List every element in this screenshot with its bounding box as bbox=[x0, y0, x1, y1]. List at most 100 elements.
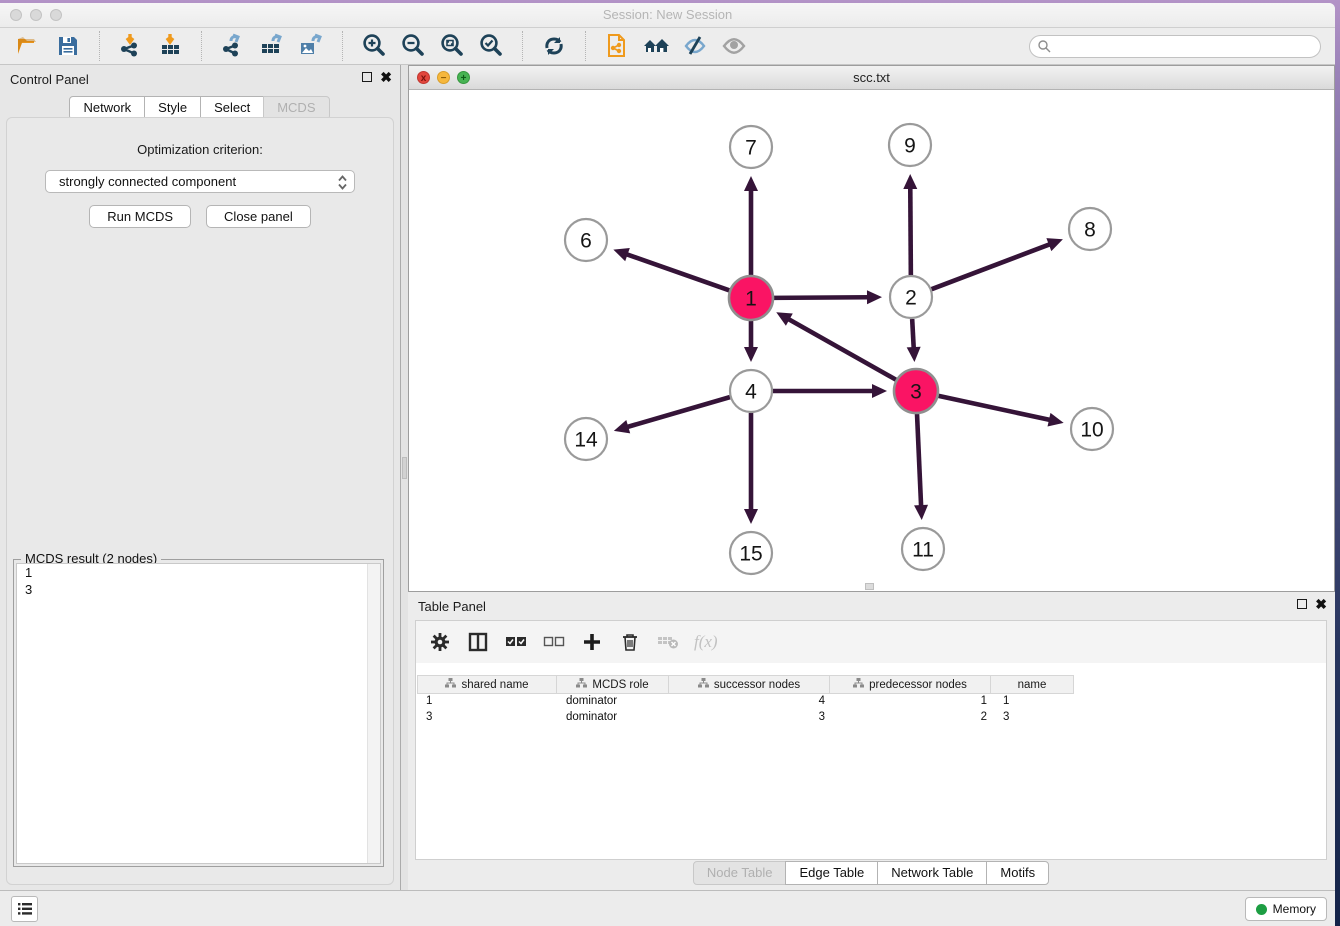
column-header[interactable]: successor nodes bbox=[668, 675, 830, 694]
tab-network-table[interactable]: Network Table bbox=[877, 861, 987, 885]
function-builder-icon[interactable]: f(x) bbox=[694, 632, 718, 652]
tree-column-icon bbox=[698, 678, 709, 691]
edge-arrowhead bbox=[744, 509, 758, 524]
edge-arrowhead bbox=[744, 176, 758, 191]
zoom-in-icon[interactable] bbox=[359, 31, 389, 61]
graph-edge[interactable] bbox=[917, 413, 921, 507]
table-cell: 1 bbox=[995, 694, 1079, 710]
search-box[interactable] bbox=[1029, 35, 1321, 58]
network-window-titlebar[interactable]: x − + scc.txt bbox=[409, 66, 1334, 90]
eye-slash-icon[interactable] bbox=[680, 31, 710, 61]
result-scrollbar[interactable] bbox=[367, 564, 380, 863]
graph-edge[interactable] bbox=[938, 396, 1051, 420]
graph-node-label: 3 bbox=[910, 381, 922, 404]
select-all-columns-icon[interactable] bbox=[504, 630, 528, 654]
table-cell: 4 bbox=[671, 694, 833, 710]
float-panel-icon[interactable] bbox=[362, 72, 372, 82]
save-session-icon[interactable] bbox=[53, 31, 83, 61]
export-image-icon[interactable] bbox=[296, 31, 326, 61]
create-column-icon[interactable] bbox=[580, 630, 604, 654]
network-canvas[interactable]: 7968124314101511 bbox=[409, 90, 1334, 591]
column-header[interactable]: predecessor nodes bbox=[829, 675, 991, 694]
control-panel: Control Panel ✖ Network Style Select MCD… bbox=[0, 65, 401, 890]
task-history-button[interactable] bbox=[11, 896, 38, 922]
search-input[interactable] bbox=[1052, 37, 1320, 55]
main-toolbar bbox=[0, 28, 1335, 65]
graph-node-label: 1 bbox=[745, 288, 757, 311]
apply-layout-icon[interactable] bbox=[539, 31, 569, 61]
graph-edge[interactable] bbox=[626, 397, 730, 427]
graph-edge[interactable] bbox=[912, 319, 914, 349]
graph-node-label: 11 bbox=[912, 539, 934, 562]
mcds-result-group: MCDS result (2 nodes) 13 bbox=[13, 559, 384, 867]
graph-edge[interactable] bbox=[910, 187, 911, 275]
table-row[interactable]: 3dominator323 bbox=[418, 710, 1324, 726]
status-bar: Memory bbox=[0, 890, 1335, 926]
zoom-fit-icon[interactable] bbox=[437, 31, 467, 61]
table-row[interactable]: 1dominator411 bbox=[418, 694, 1324, 710]
mcds-panel: Optimization criterion: strongly connect… bbox=[6, 117, 394, 885]
column-chooser-icon[interactable] bbox=[466, 630, 490, 654]
column-header[interactable]: name bbox=[990, 675, 1074, 694]
network-graph[interactable]: 7968124314101511 bbox=[409, 90, 1334, 593]
table-cell: 3 bbox=[671, 710, 833, 726]
graph-node-label: 4 bbox=[745, 381, 757, 404]
edge-arrowhead bbox=[614, 420, 630, 433]
delete-table-icon[interactable] bbox=[656, 630, 680, 654]
graph-node-label: 6 bbox=[580, 230, 592, 253]
table-settings-gear-icon[interactable] bbox=[428, 630, 452, 654]
memory-status-icon bbox=[1256, 904, 1267, 915]
edge-arrowhead bbox=[744, 347, 758, 362]
delete-column-icon[interactable] bbox=[618, 630, 642, 654]
toolbar-separator bbox=[99, 31, 100, 61]
run-mcds-button[interactable]: Run MCDS bbox=[89, 205, 191, 228]
edge-arrowhead bbox=[1048, 413, 1064, 427]
memory-button[interactable]: Memory bbox=[1245, 897, 1327, 921]
tab-edge-table[interactable]: Edge Table bbox=[785, 861, 878, 885]
result-line: 3 bbox=[17, 581, 380, 598]
window-titlebar[interactable]: Session: New Session bbox=[0, 3, 1335, 28]
splitter-grip[interactable] bbox=[402, 457, 407, 479]
graph-node-label: 7 bbox=[745, 137, 757, 160]
export-network-icon[interactable] bbox=[218, 31, 248, 61]
open-session-icon[interactable] bbox=[14, 31, 44, 61]
houses-icon[interactable] bbox=[641, 31, 671, 61]
mcds-result-list[interactable]: 13 bbox=[16, 563, 381, 864]
result-line: 1 bbox=[17, 564, 380, 581]
control-panel-title: Control Panel bbox=[10, 72, 89, 87]
import-table-icon[interactable] bbox=[155, 31, 185, 61]
network-window-title: scc.txt bbox=[409, 70, 1334, 85]
close-panel-icon[interactable]: ✖ bbox=[380, 71, 392, 83]
network-from-file-icon[interactable] bbox=[602, 31, 632, 61]
close-table-panel-icon[interactable]: ✖ bbox=[1315, 598, 1327, 610]
criterion-select[interactable]: strongly connected component bbox=[45, 170, 355, 193]
zoom-selected-icon[interactable] bbox=[476, 31, 506, 61]
deselect-all-columns-icon[interactable] bbox=[542, 630, 566, 654]
network-resize-grip[interactable] bbox=[865, 583, 874, 590]
tab-node-table[interactable]: Node Table bbox=[693, 861, 787, 885]
column-header-label: predecessor nodes bbox=[869, 679, 967, 691]
graph-edge[interactable] bbox=[788, 319, 897, 381]
export-table-icon[interactable] bbox=[257, 31, 287, 61]
window-title: Session: New Session bbox=[0, 7, 1335, 22]
eye-icon[interactable] bbox=[719, 31, 749, 61]
graph-node-label: 8 bbox=[1084, 219, 1096, 242]
graph-edge[interactable] bbox=[773, 297, 869, 298]
edge-arrowhead bbox=[907, 347, 921, 362]
graph-edge[interactable] bbox=[626, 254, 731, 291]
close-panel-button[interactable]: Close panel bbox=[206, 205, 311, 228]
tab-motifs[interactable]: Motifs bbox=[986, 861, 1049, 885]
table-cell: 2 bbox=[833, 710, 995, 726]
column-header-label: successor nodes bbox=[714, 679, 800, 691]
column-header[interactable]: shared name bbox=[417, 675, 557, 694]
float-table-panel-icon[interactable] bbox=[1297, 599, 1307, 609]
table-cell: 1 bbox=[418, 694, 558, 710]
column-header[interactable]: MCDS role bbox=[556, 675, 669, 694]
panel-splitter[interactable] bbox=[401, 65, 408, 890]
import-network-icon[interactable] bbox=[116, 31, 146, 61]
edge-arrowhead bbox=[872, 384, 887, 398]
graph-edge[interactable] bbox=[932, 244, 1051, 289]
zoom-out-icon[interactable] bbox=[398, 31, 428, 61]
table-cell: 1 bbox=[833, 694, 995, 710]
memory-label: Memory bbox=[1273, 902, 1316, 916]
